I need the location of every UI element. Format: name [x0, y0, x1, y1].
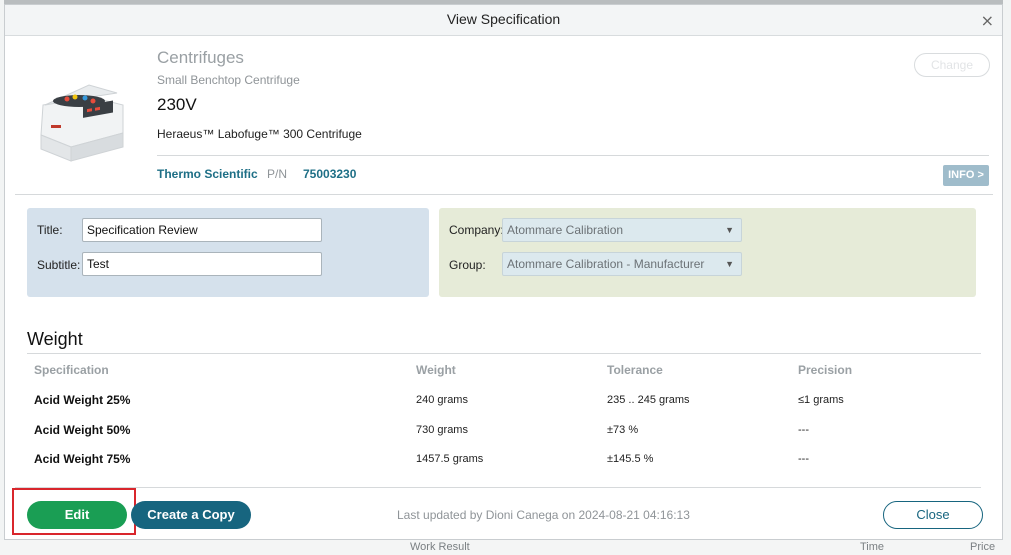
footer-divider — [15, 487, 981, 488]
product-divider — [157, 155, 989, 156]
product-category: Centrifuges — [157, 48, 244, 67]
dialog-title: View Specification — [446, 11, 561, 27]
company-select-value: Atommare Calibration — [507, 223, 624, 237]
last-updated-text: Last updated by Dioni Canega on 2024-08-… — [397, 508, 690, 522]
background-col-work-result: Work Result — [410, 541, 470, 553]
column-header-tolerance: Tolerance — [607, 363, 663, 377]
company-select[interactable]: Atommare Calibration ▼ — [502, 218, 742, 242]
title-label: Title: — [37, 223, 63, 237]
row-tolerance: ±73 % — [607, 424, 639, 436]
background-col-time: Time — [860, 541, 885, 553]
chevron-down-icon: ▼ — [725, 225, 734, 235]
dialog-header: View Specification × — [5, 5, 1002, 36]
product-subcategory: Small Benchtop Centrifuge — [157, 73, 300, 87]
row-tolerance: ±145.5 % — [607, 453, 654, 465]
product-voltage: 230V — [157, 95, 197, 114]
column-header-precision: Precision — [798, 363, 853, 377]
view-specification-dialog: View Specification × Centrifuges Small B… — [4, 4, 1003, 540]
row-weight: 1457.5 grams — [416, 453, 484, 465]
product-brand-link[interactable]: Thermo Scientific — [157, 167, 258, 181]
row-specification: Acid Weight 50% — [34, 423, 131, 437]
row-specification: Acid Weight 75% — [34, 452, 131, 466]
product-summary: Centrifuges Small Benchtop Centrifuge 23… — [5, 37, 1004, 195]
row-tolerance: 235 .. 245 grams — [607, 394, 690, 406]
close-icon[interactable]: × — [981, 11, 994, 30]
background-right-edge — [1003, 0, 1011, 555]
change-button[interactable]: Change — [914, 53, 990, 77]
row-precision: ≤1 grams — [798, 394, 844, 406]
column-header-specification: Specification — [34, 363, 109, 377]
row-precision: --- — [798, 453, 809, 465]
column-header-weight: Weight — [416, 363, 456, 377]
centrifuge-image — [40, 84, 124, 162]
background-col-price: Price — [970, 541, 996, 553]
group-label: Group: — [449, 258, 486, 272]
weight-section-title: Weight — [27, 329, 83, 349]
info-button[interactable]: INFO > — [943, 165, 989, 186]
product-name: Heraeus™ Labofuge™ 300 Centrifuge — [157, 127, 362, 141]
row-weight: 730 grams — [416, 424, 468, 436]
part-number-link[interactable]: 75003230 — [303, 167, 356, 181]
group-select-value: Atommare Calibration - Manufacturer — [507, 257, 705, 271]
subtitle-input[interactable]: Test — [82, 252, 322, 276]
subtitle-label: Subtitle: — [37, 258, 81, 272]
row-specification: Acid Weight 25% — [34, 393, 131, 407]
company-label: Company: — [449, 223, 504, 237]
close-button[interactable]: Close — [883, 501, 983, 529]
row-precision: --- — [798, 424, 809, 436]
section-divider — [15, 194, 993, 195]
create-copy-button[interactable]: Create a Copy — [131, 501, 251, 529]
chevron-down-icon: ▼ — [725, 259, 734, 269]
title-panel: Title: Specification Review Subtitle: Te… — [27, 208, 429, 297]
edit-button-highlight — [12, 488, 136, 535]
title-input[interactable]: Specification Review — [82, 218, 322, 242]
background-footer: Work Result Time Price — [0, 540, 1011, 555]
group-select[interactable]: Atommare Calibration - Manufacturer ▼ — [502, 252, 742, 276]
part-number-label: P/N — [267, 167, 288, 181]
company-panel: Company: Atommare Calibration ▼ Group: A… — [439, 208, 976, 297]
row-weight: 240 grams — [416, 394, 468, 406]
weight-section-divider — [27, 353, 981, 354]
